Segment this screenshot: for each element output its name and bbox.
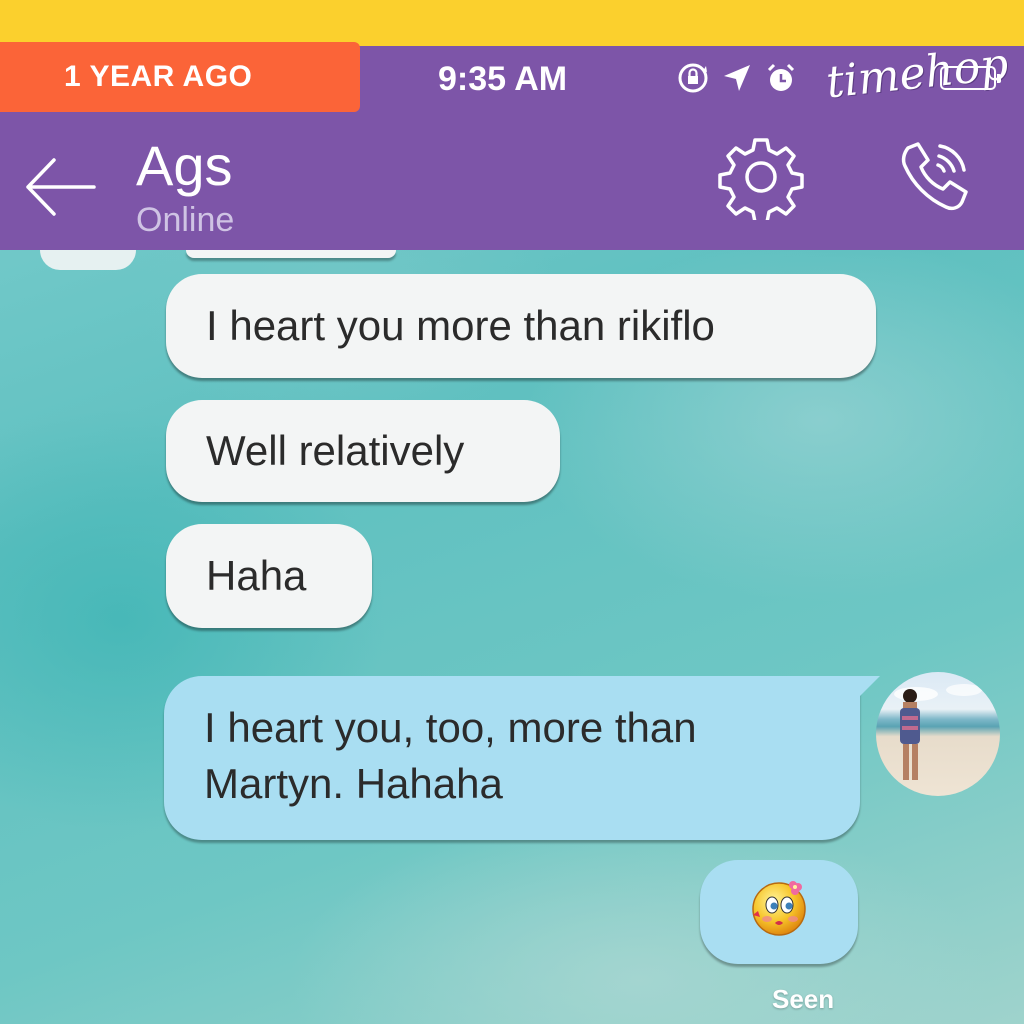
incoming-message[interactable]: I heart you more than rikiflo bbox=[166, 274, 876, 378]
phone-call-icon[interactable] bbox=[894, 138, 976, 218]
contact-name[interactable]: Ags bbox=[136, 134, 233, 198]
alarm-icon bbox=[764, 61, 798, 100]
previous-message-fragment bbox=[40, 250, 136, 270]
settings-gear-icon[interactable] bbox=[718, 134, 804, 224]
year-ago-badge: 1 YEAR AGO bbox=[0, 42, 360, 112]
previous-message-fragment bbox=[186, 250, 396, 258]
status-icons bbox=[676, 60, 798, 100]
incoming-message[interactable]: Haha bbox=[166, 524, 372, 628]
outgoing-sticker-message[interactable] bbox=[700, 860, 858, 964]
outgoing-message[interactable]: I heart you, too, more than Martyn. Haha… bbox=[164, 676, 880, 840]
location-icon bbox=[720, 61, 754, 100]
incoming-message[interactable]: Well relatively bbox=[166, 400, 560, 502]
back-arrow-icon[interactable] bbox=[22, 154, 98, 220]
battery-icon bbox=[940, 66, 1001, 90]
avatar[interactable] bbox=[876, 672, 1000, 796]
status-time: 9:35 AM bbox=[438, 60, 568, 98]
message-text: I heart you, too, more than Martyn. Haha… bbox=[204, 704, 697, 807]
timehop-top-band bbox=[0, 0, 1024, 46]
contact-status: Online bbox=[136, 201, 235, 239]
rotation-lock-icon bbox=[676, 61, 710, 100]
kiss-emoji-sticker-icon bbox=[747, 875, 811, 949]
message-text: Well relatively bbox=[206, 427, 465, 474]
message-text: Haha bbox=[206, 552, 307, 599]
seen-receipt: Seen bbox=[772, 984, 835, 1014]
message-text: I heart you more than rikiflo bbox=[206, 302, 715, 349]
